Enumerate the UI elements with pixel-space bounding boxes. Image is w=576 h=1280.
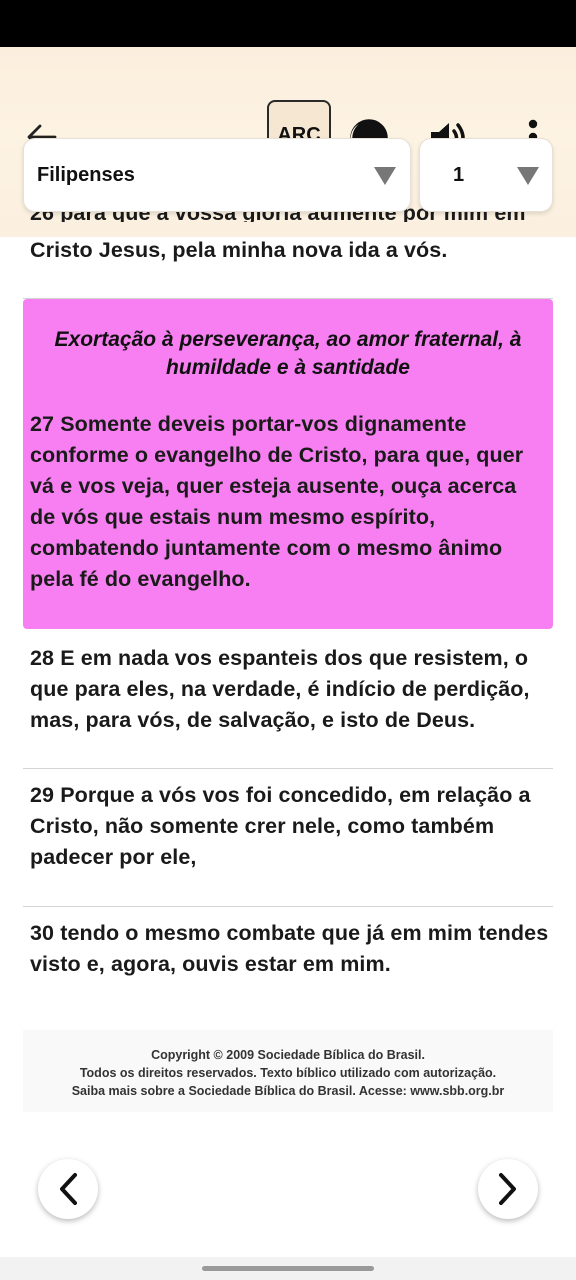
copyright-line: Todos os direitos reservados. Texto bíbl… bbox=[79, 1066, 497, 1080]
verse-29[interactable]: 29 Porque a vós vos foi concedido, em re… bbox=[30, 780, 550, 873]
verse-28[interactable]: 28 E em nada vos espanteis dos que resis… bbox=[30, 643, 550, 736]
status-bar bbox=[0, 0, 576, 47]
verse-26: Cristo Jesus, pela minha nova ida a vós. bbox=[30, 238, 448, 262]
section-title: Exortação à perseverança, ao amor frater… bbox=[54, 328, 522, 379]
book-select-value: Filipenses bbox=[37, 163, 135, 186]
verse-30[interactable]: 30 tendo o mesmo combate que já em mim t… bbox=[30, 918, 550, 980]
chapter-select[interactable]: 1 bbox=[419, 138, 553, 212]
chevron-right-icon bbox=[499, 1173, 516, 1205]
previous-chapter-button[interactable] bbox=[38, 1159, 98, 1219]
verse-divider bbox=[23, 906, 553, 907]
chapter-select-value: 1 bbox=[453, 163, 465, 186]
copyright-notice: Copyright © 2009 Sociedade Bíblica do Br… bbox=[23, 1030, 553, 1112]
dropdown-arrow-icon bbox=[517, 167, 539, 185]
chevron-left-icon bbox=[60, 1173, 77, 1205]
dropdown-arrow-icon bbox=[374, 167, 396, 185]
verse-divider bbox=[23, 768, 553, 769]
copyright-line: Saiba mais sobre a Sociedade Bíblica do … bbox=[71, 1084, 505, 1098]
copyright-line: Copyright © 2009 Sociedade Bíblica do Br… bbox=[151, 1048, 425, 1062]
home-indicator[interactable] bbox=[202, 1266, 374, 1271]
next-chapter-button[interactable] bbox=[478, 1159, 538, 1219]
gesture-bar bbox=[0, 1257, 576, 1280]
book-select[interactable]: Filipenses bbox=[23, 138, 411, 212]
verse-27[interactable]: 27 Somente deveis portar-vos dignamente … bbox=[30, 409, 542, 595]
